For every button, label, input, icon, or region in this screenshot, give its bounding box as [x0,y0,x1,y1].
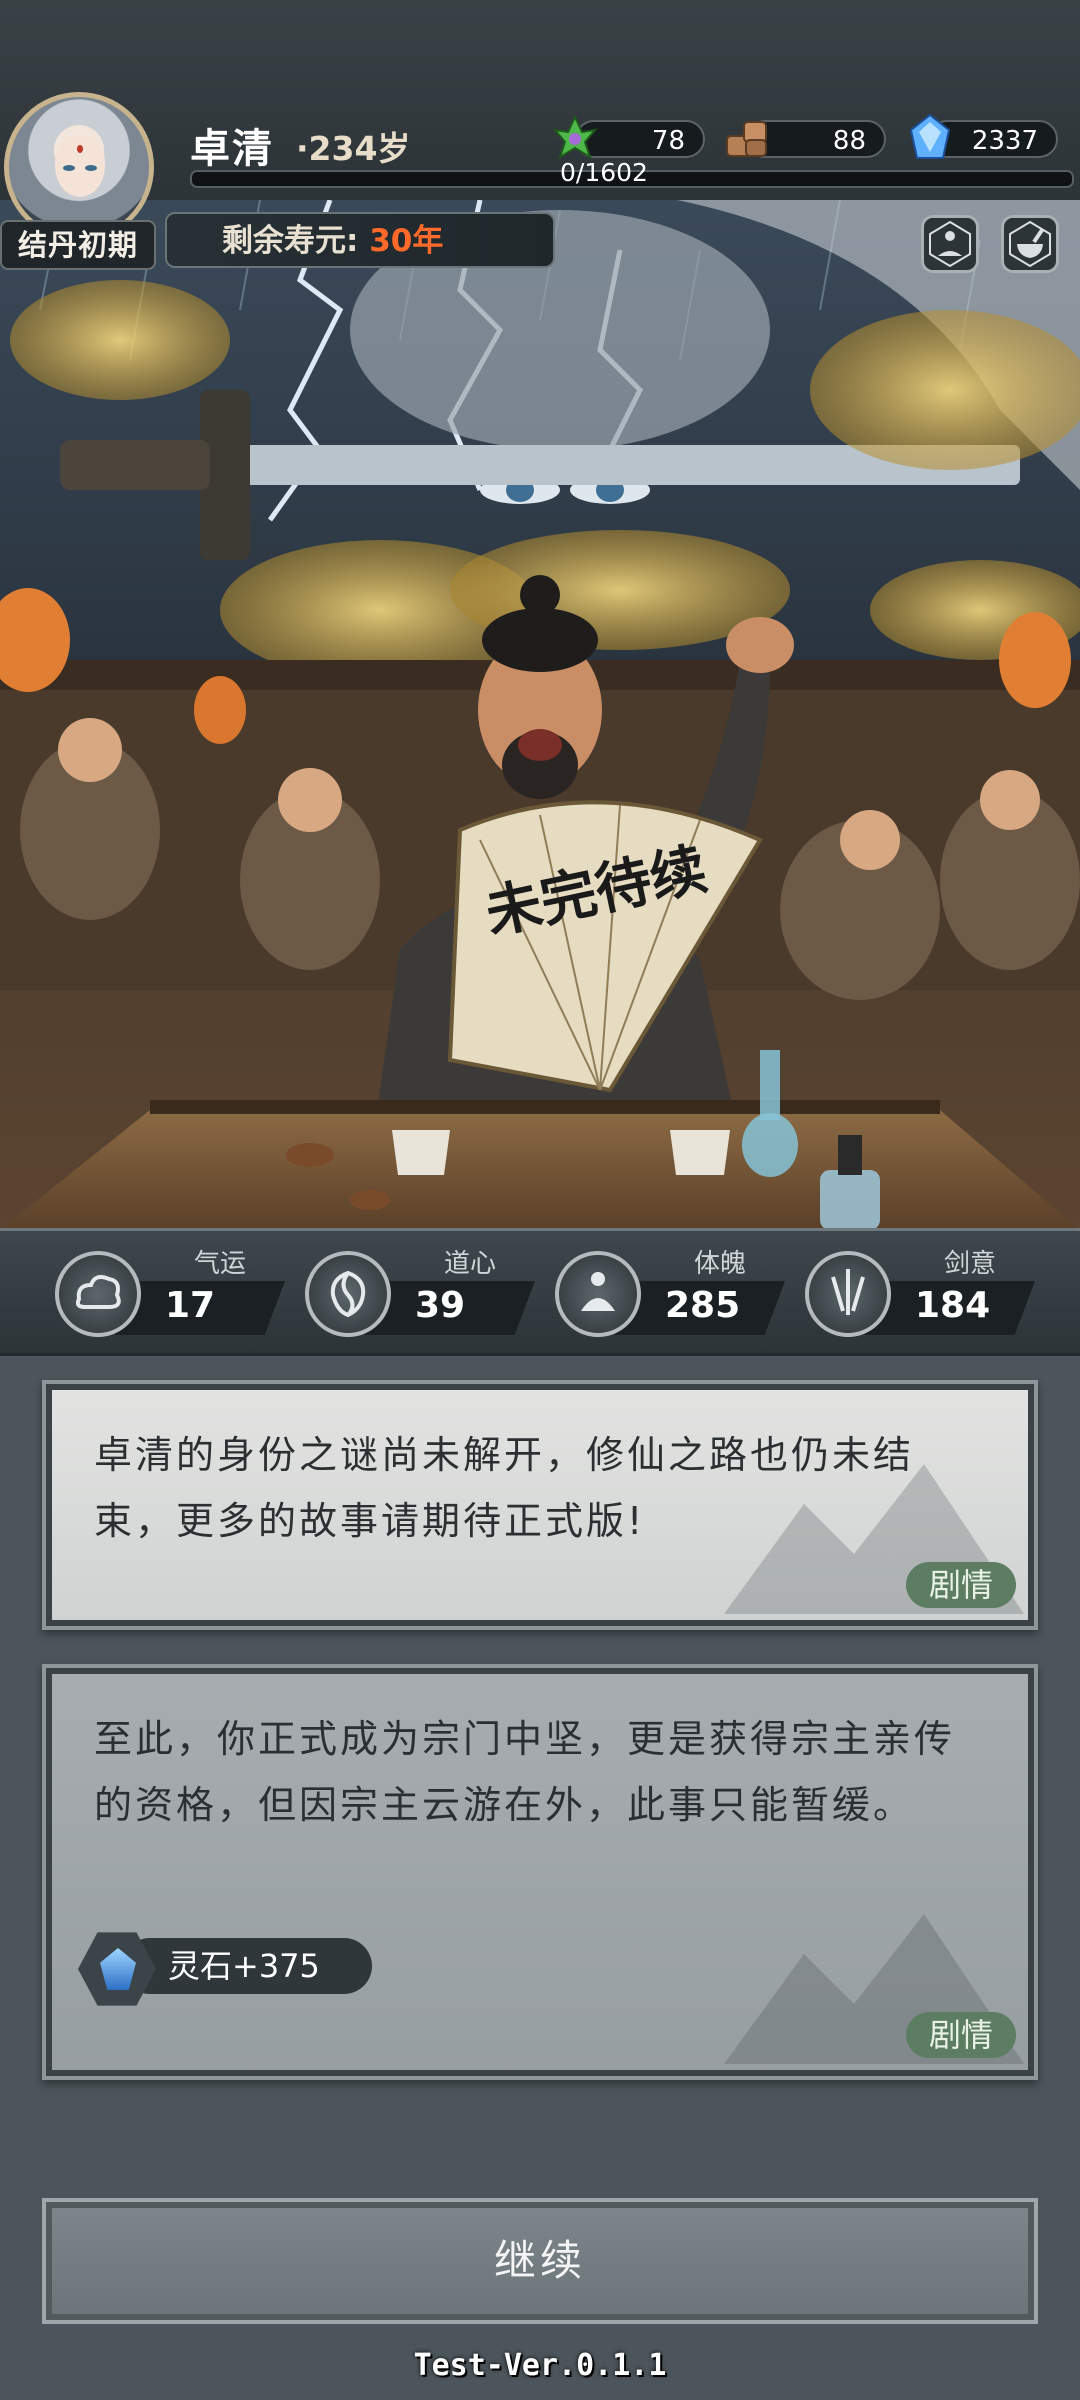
yin-yang-icon [305,1251,391,1337]
stat-sword-intent: 剑意 184 [805,1243,1045,1343]
story-tag: 剧情 [906,2012,1016,2058]
cultivation-progress-text: 0/1602 [560,158,648,187]
player-age: ·234岁 [296,129,411,168]
alchemy-button[interactable] [1001,215,1059,273]
stat-luck: 气运 17 [55,1243,295,1343]
wood-icon [722,112,772,162]
remaining-lifespan: 剩余寿元: 30年 [165,212,555,268]
player-name: 卓清 [190,126,274,172]
herb-icon [550,112,600,162]
meditation-icon [555,1251,641,1337]
mortar-pestle-icon [1009,220,1051,268]
story-card: 卓清的身份之谜尚未解开，修仙之路也仍未结束，更多的故事请期待正式版! 剧情 [42,1380,1038,1630]
attribute-stats-row: 气运 17 道心 39 体魄 285 剑意 184 [0,1228,1080,1356]
meditation-figure-icon [929,220,971,268]
meditate-button[interactable] [921,215,979,273]
continue-button[interactable]: 继续 [42,2198,1038,2324]
stat-dao-heart: 道心 39 [305,1243,545,1343]
cultivation-realm-badge: 结丹初期 [0,220,156,270]
story-illustration: 未完待续 [0,190,1080,1230]
story-card: 至此，你正式成为宗门中坚，更是获得宗主亲传的资格，但因宗主云游在外，此事只能暂缓… [42,1664,1038,2080]
teahouse-storyteller-art: 未完待续 [0,190,1080,1230]
story-text: 卓清的身份之谜尚未解开，修仙之路也仍未结束，更多的故事请期待正式版! [94,1433,915,1543]
reward-label: 灵石+375 [122,1938,372,1994]
swords-icon [805,1251,891,1337]
stat-physique: 体魄 285 [555,1243,795,1343]
lifespan-value: 30年 [369,223,444,259]
story-tag: 剧情 [906,1562,1016,1608]
lifespan-label: 剩余寿元: [222,223,359,259]
spirit-stone-icon [905,112,955,162]
cloud-icon [55,1251,141,1337]
story-text: 至此，你正式成为宗门中坚，更是获得宗主亲传的资格，但因宗主云游在外，此事只能暂缓… [94,1717,956,1827]
version-label: Test-Ver.0.1.1 [413,2348,667,2383]
